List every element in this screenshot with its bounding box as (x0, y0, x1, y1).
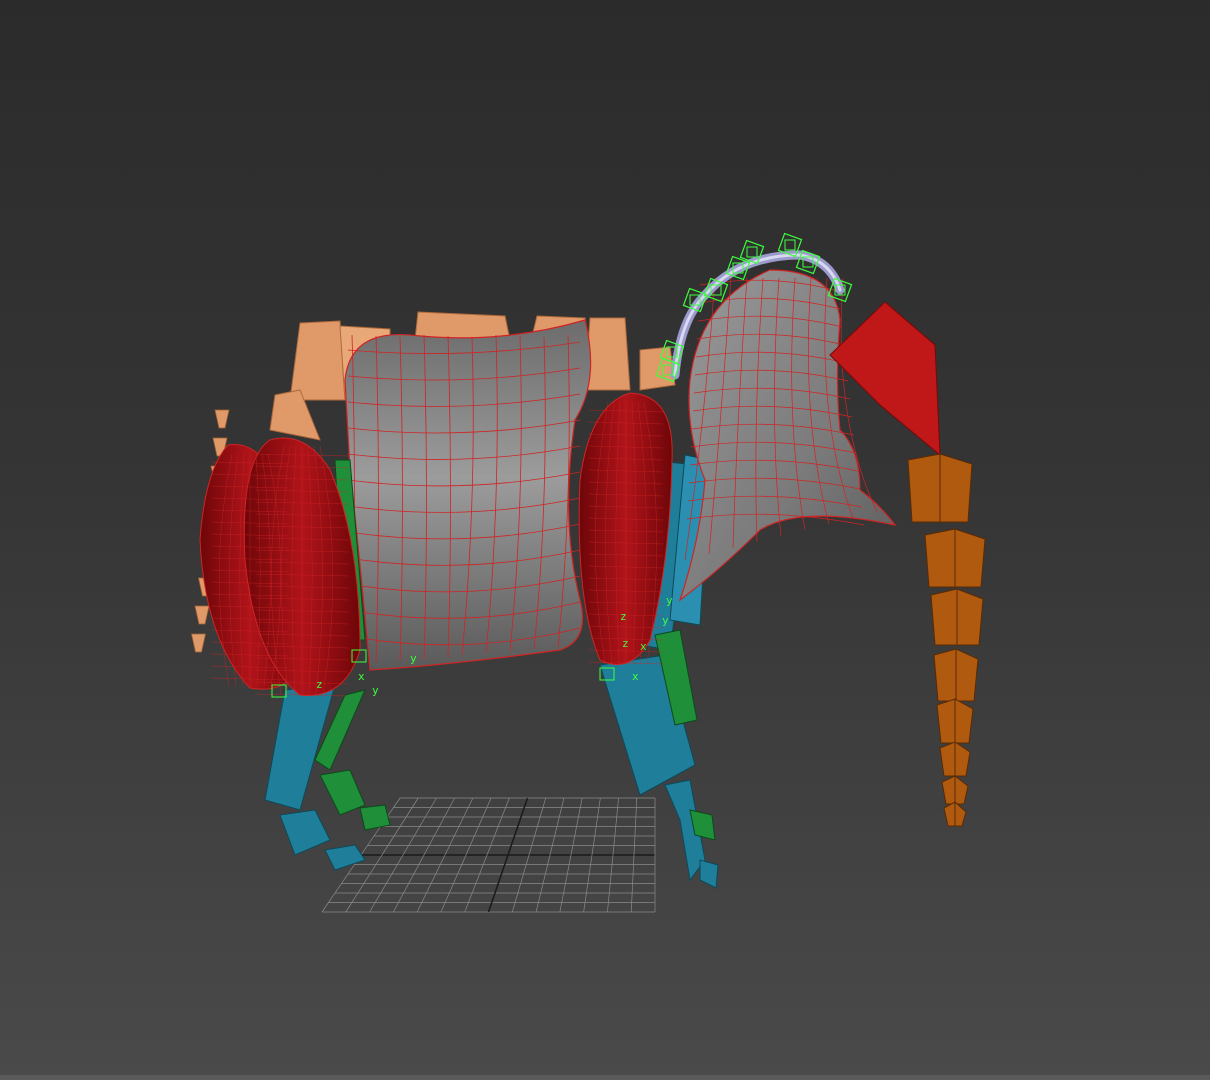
axis-label: y (666, 594, 673, 607)
axis-label: y (662, 614, 669, 627)
axis-label: x (640, 640, 647, 653)
axis-label: x (632, 670, 639, 683)
axis-label: z (620, 610, 627, 623)
3d-viewport[interactable]: z x y y z z x x y y (0, 0, 1210, 1080)
axis-label: x (358, 670, 365, 683)
axis-label: y (410, 652, 417, 665)
viewport-bottom-edge (0, 1075, 1210, 1080)
head-mesh[interactable] (678, 269, 897, 602)
trunk-bones[interactable] (907, 453, 986, 827)
viewport-scene[interactable]: z x y y z z x x y y (0, 0, 1210, 1080)
axis-label: y (372, 684, 379, 697)
ear-bone[interactable] (829, 301, 941, 457)
torso-mesh[interactable] (344, 319, 592, 671)
axis-label: z (622, 637, 629, 650)
axis-label: z (316, 678, 323, 691)
